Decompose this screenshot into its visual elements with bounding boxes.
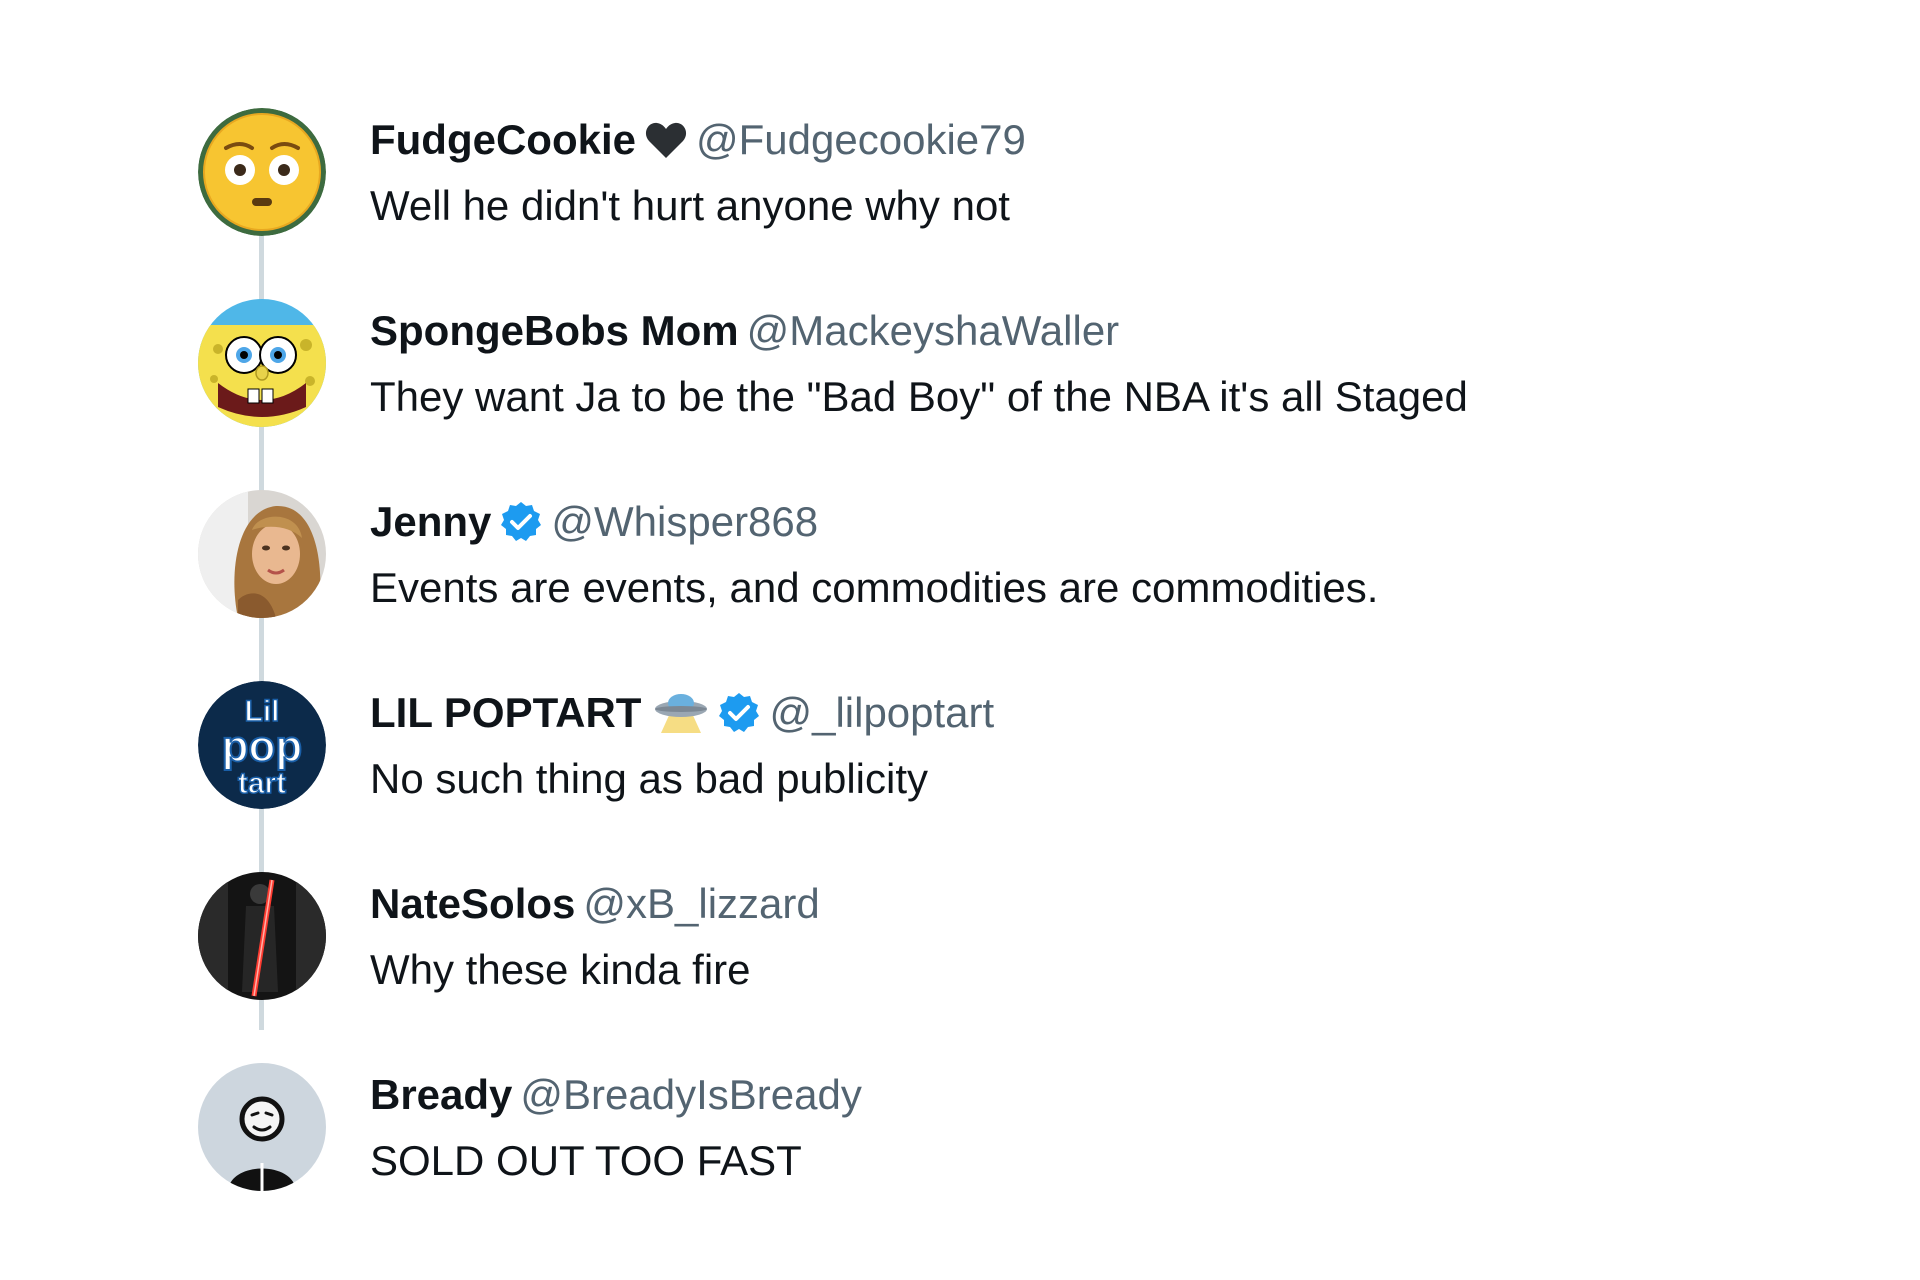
avatar[interactable]	[198, 872, 326, 1000]
verified-badge-icon	[499, 500, 543, 544]
reply-text: Well he didn't hurt anyone why not	[370, 182, 1010, 229]
user-handle[interactable]: @xB_lizzard	[583, 880, 819, 928]
reply-text: They want Ja to be the "Bad Boy" of the …	[370, 373, 1468, 420]
avatar-logo-text: pop	[222, 722, 303, 771]
avatar[interactable]	[198, 108, 326, 236]
avatar[interactable]	[198, 1063, 326, 1191]
display-name[interactable]: NateSolos	[370, 880, 575, 928]
black-heart-icon	[644, 118, 688, 162]
reply-item[interactable]: NateSolos @xB_lizzard Why these kinda fi…	[198, 872, 1758, 1002]
verified-badge-icon	[717, 691, 761, 735]
user-handle[interactable]: @MackeyshaWaller	[747, 307, 1120, 355]
user-handle[interactable]: @Whisper868	[551, 498, 818, 546]
reply-text: No such thing as bad publicity	[370, 755, 928, 802]
avatar[interactable]	[198, 299, 326, 427]
reply-item[interactable]: Jenny @Whisper868 Events are events, and…	[198, 490, 1758, 620]
display-name[interactable]: Jenny	[370, 498, 491, 546]
reply-header: SpongeBobs Mom @MackeyshaWaller	[370, 303, 1119, 359]
flushed-face-icon	[198, 108, 326, 236]
user-handle[interactable]: @Fudgecookie79	[696, 116, 1026, 164]
reply-header: Bready @BreadyIsBready	[370, 1067, 862, 1123]
cartoon-person-icon	[198, 1063, 326, 1191]
reply-text: Events are events, and commodities are c…	[370, 564, 1379, 611]
display-name[interactable]: Bready	[370, 1071, 512, 1119]
reply-header: LIL POPTART @_lilpoptart	[370, 685, 994, 741]
reply-thread: FudgeCookie @Fudgecookie79 Well he didn'…	[0, 0, 1920, 1280]
avatar[interactable]: Lil pop tart	[198, 681, 326, 809]
reply-item[interactable]: SpongeBobs Mom @MackeyshaWaller They wan…	[198, 299, 1758, 429]
reply-item[interactable]: Lil pop tart LIL POPTART @_lilpoptart No…	[198, 681, 1758, 811]
display-name[interactable]: LIL POPTART	[370, 689, 641, 737]
dark-figure-icon	[198, 872, 326, 1000]
avatar[interactable]	[198, 490, 326, 618]
reply-text: Why these kinda fire	[370, 946, 751, 993]
display-name[interactable]: FudgeCookie	[370, 116, 636, 164]
ufo-icon	[653, 691, 709, 735]
avatar-logo-text: tart	[238, 767, 286, 800]
reply-header: NateSolos @xB_lizzard	[370, 876, 820, 932]
lil-pop-tart-logo-icon: Lil pop tart	[198, 681, 326, 809]
woman-photo-icon	[198, 490, 326, 618]
display-name[interactable]: SpongeBobs Mom	[370, 307, 739, 355]
reply-header: Jenny @Whisper868	[370, 494, 818, 550]
reply-header: FudgeCookie @Fudgecookie79	[370, 112, 1026, 168]
reply-text: SOLD OUT TOO FAST	[370, 1137, 802, 1184]
spongebob-icon	[198, 299, 326, 427]
reply-item[interactable]: FudgeCookie @Fudgecookie79 Well he didn'…	[198, 108, 1758, 238]
user-handle[interactable]: @BreadyIsBready	[520, 1071, 861, 1119]
user-handle[interactable]: @_lilpoptart	[769, 689, 994, 737]
reply-item[interactable]: Bready @BreadyIsBready SOLD OUT TOO FAST	[198, 1063, 1758, 1193]
